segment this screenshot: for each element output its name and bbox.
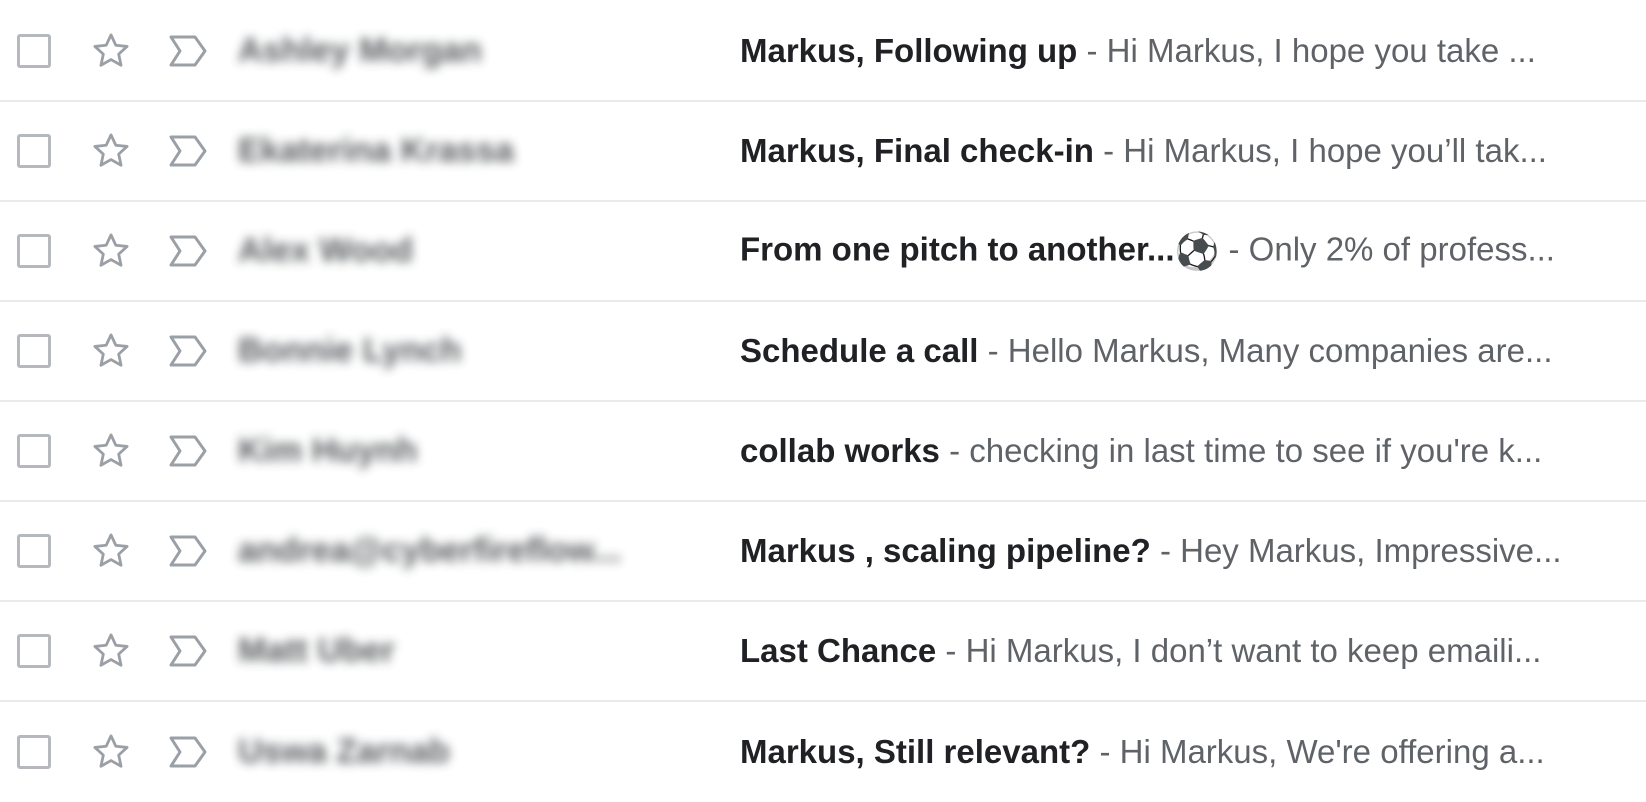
email-snippet: Hi Markus, We're offering a... <box>1119 733 1545 770</box>
email-subject: Schedule a call <box>740 332 979 369</box>
sender-name: Ekaterina Krassa <box>238 131 514 170</box>
email-summary: Markus, Following up - Hi Markus, I hope… <box>740 29 1630 73</box>
checkbox-icon[interactable] <box>17 234 51 268</box>
sender-name: Uswa Zarnab <box>238 732 450 771</box>
important-marker-icon[interactable] <box>168 534 208 568</box>
sender-name: Alex Wood <box>238 231 414 270</box>
email-summary: Markus , scaling pipeline? - Hey Markus,… <box>740 529 1630 573</box>
email-summary: From one pitch to another...⚽ - Only 2% … <box>740 228 1630 275</box>
email-subject: Markus, Final check-in <box>740 132 1094 169</box>
separator: - <box>1077 32 1107 69</box>
email-subject: Markus, Following up <box>740 32 1078 69</box>
important-marker-icon[interactable] <box>168 735 208 769</box>
email-subject: collab works <box>740 432 940 469</box>
checkbox-icon[interactable] <box>17 34 51 68</box>
important-marker-icon[interactable] <box>168 334 208 368</box>
email-list: Ashley Morgan Markus, Following up - Hi … <box>0 0 1646 802</box>
checkbox-icon[interactable] <box>17 735 51 769</box>
email-summary: Markus, Final check-in - Hi Markus, I ho… <box>740 129 1630 173</box>
email-row[interactable]: Uswa Zarnab Markus, Still relevant? - Hi… <box>0 702 1646 802</box>
email-summary: collab works - checking in last time to … <box>740 429 1630 473</box>
email-summary: Last Chance - Hi Markus, I don’t want to… <box>740 629 1630 673</box>
email-subject: Markus, Still relevant? <box>740 733 1091 770</box>
email-summary: Schedule a call - Hello Markus, Many com… <box>740 329 1630 373</box>
important-marker-icon[interactable] <box>168 234 208 268</box>
separator: - <box>1219 230 1249 268</box>
star-icon[interactable] <box>90 430 132 472</box>
checkbox-icon[interactable] <box>17 434 51 468</box>
email-subject: From one pitch to another... <box>740 230 1175 268</box>
email-row[interactable]: Matt Uber Last Chance - Hi Markus, I don… <box>0 602 1646 702</box>
separator: - <box>978 332 1008 369</box>
checkbox-icon[interactable] <box>17 334 51 368</box>
sender-name: Matt Uber <box>238 631 395 670</box>
important-marker-icon[interactable] <box>168 434 208 468</box>
star-icon[interactable] <box>90 130 132 172</box>
checkbox-icon[interactable] <box>17 134 51 168</box>
sender-name: Kim Huynh <box>238 431 418 470</box>
star-icon[interactable] <box>90 530 132 572</box>
star-icon[interactable] <box>90 30 132 72</box>
star-icon[interactable] <box>90 630 132 672</box>
email-row[interactable]: Ashley Morgan Markus, Following up - Hi … <box>0 2 1646 102</box>
email-row[interactable]: Bonnie Lynch Schedule a call - Hello Mar… <box>0 302 1646 402</box>
important-marker-icon[interactable] <box>168 634 208 668</box>
important-marker-icon[interactable] <box>168 34 208 68</box>
checkbox-icon[interactable] <box>17 534 51 568</box>
star-icon[interactable] <box>90 330 132 372</box>
email-snippet: Hello Markus, Many companies are... <box>1007 332 1553 369</box>
email-summary: Markus, Still relevant? - Hi Markus, We'… <box>740 730 1630 774</box>
sender-name: Bonnie Lynch <box>238 331 462 370</box>
sender-name: andrea@cyberfireflow... <box>238 531 622 570</box>
separator: - <box>1090 733 1120 770</box>
email-snippet: checking in last time to see if you're k… <box>969 432 1543 469</box>
separator: - <box>1093 132 1124 169</box>
star-icon[interactable] <box>90 230 132 272</box>
separator: - <box>939 432 970 469</box>
sender-name: Ashley Morgan <box>238 31 482 70</box>
email-row[interactable]: Ekaterina Krassa Markus, Final check-in … <box>0 102 1646 202</box>
email-snippet: Hi Markus, I don’t want to keep emaili..… <box>965 632 1542 669</box>
email-row[interactable]: andrea@cyberfireflow... Markus , scaling… <box>0 502 1646 602</box>
email-snippet: Only 2% of profess... <box>1248 230 1555 268</box>
email-subject: Markus , scaling pipeline? <box>740 532 1151 569</box>
checkbox-icon[interactable] <box>17 634 51 668</box>
email-snippet: Hi Markus, I hope you’ll tak... <box>1123 132 1547 169</box>
separator: - <box>1150 532 1181 569</box>
separator: - <box>936 632 966 669</box>
email-subject: Last Chance <box>740 632 937 669</box>
important-marker-icon[interactable] <box>168 134 208 168</box>
soccer-ball-icon: ⚽ <box>1174 231 1220 273</box>
email-snippet: Hi Markus, I hope you take ... <box>1106 32 1536 69</box>
email-row[interactable]: Kim Huynh collab works - checking in las… <box>0 402 1646 502</box>
email-row[interactable]: Alex Wood From one pitch to another...⚽ … <box>0 202 1646 302</box>
email-snippet: Hey Markus, Impressive... <box>1180 532 1562 569</box>
star-icon[interactable] <box>90 731 132 773</box>
